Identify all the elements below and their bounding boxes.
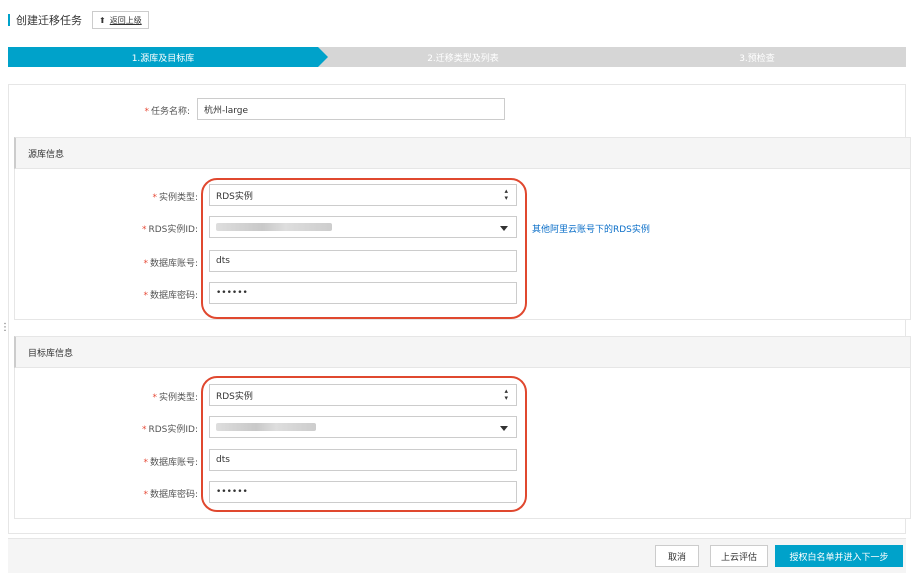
target-instance-id-select[interactable] [209,416,517,438]
task-name-input[interactable]: 杭州-large [197,98,505,120]
target-instance-type-label: * 实例类型: [152,393,198,403]
arrow-up-icon: ⬆ [99,15,106,25]
title-accent-bar [8,14,10,26]
page-header: 创建迁移任务 ⬆ 返回上级 [8,10,149,30]
target-instance-id-label: * RDS实例ID: [141,425,198,435]
source-instance-type-label: * 实例类型: [152,193,198,203]
footer-bar [8,538,906,573]
drag-handle-icon[interactable]: ⋮ [0,322,10,333]
page-title: 创建迁移任务 [16,14,82,27]
authorize-next-button[interactable]: 授权白名单并进入下一步 [775,545,903,567]
source-password-label: * 数据库密码: [143,291,198,301]
source-account-label: * 数据库账号: [143,259,198,269]
target-section-header: 目标库信息 [14,336,911,368]
chevron-down-icon [500,226,508,231]
cancel-button[interactable]: 取消 [655,545,699,567]
chevron-down-icon [500,426,508,431]
cloud-evaluate-button[interactable]: 上云评估 [710,545,768,567]
step-source-target: 1.源库及目标库 [8,47,328,67]
source-account-input[interactable]: dts [209,250,517,272]
redacted-instance-id [216,223,332,231]
target-password-input[interactable]: •••••• [209,481,517,503]
select-updown-icon: ▴ ▾ [504,187,508,202]
target-password-label: * 数据库密码: [143,490,198,500]
select-updown-icon: ▴ ▾ [504,387,508,402]
task-name-label: * 任务名称: [144,107,190,117]
target-account-label: * 数据库账号: [143,458,198,468]
source-section-header: 源库信息 [14,137,911,169]
source-instance-id-label: * RDS实例ID: [141,225,198,235]
back-button-label: 返回上级 [109,15,142,25]
source-password-input[interactable]: •••••• [209,282,517,304]
step-precheck: 3.预检查 [608,47,906,67]
back-button[interactable]: ⬆ 返回上级 [92,11,149,29]
source-instance-type-select[interactable]: RDS实例 ▴ ▾ [209,184,517,206]
step-migration-type: 2.迁移类型及列表 [308,47,628,67]
source-instance-id-select[interactable] [209,216,517,238]
target-instance-type-select[interactable]: RDS实例 ▴ ▾ [209,384,517,406]
other-account-rds-link[interactable]: 其他阿里云账号下的RDS实例 [532,222,650,235]
redacted-instance-id [216,423,316,431]
target-account-input[interactable]: dts [209,449,517,471]
wizard-steps: 1.源库及目标库 2.迁移类型及列表 3.预检查 [8,47,906,67]
